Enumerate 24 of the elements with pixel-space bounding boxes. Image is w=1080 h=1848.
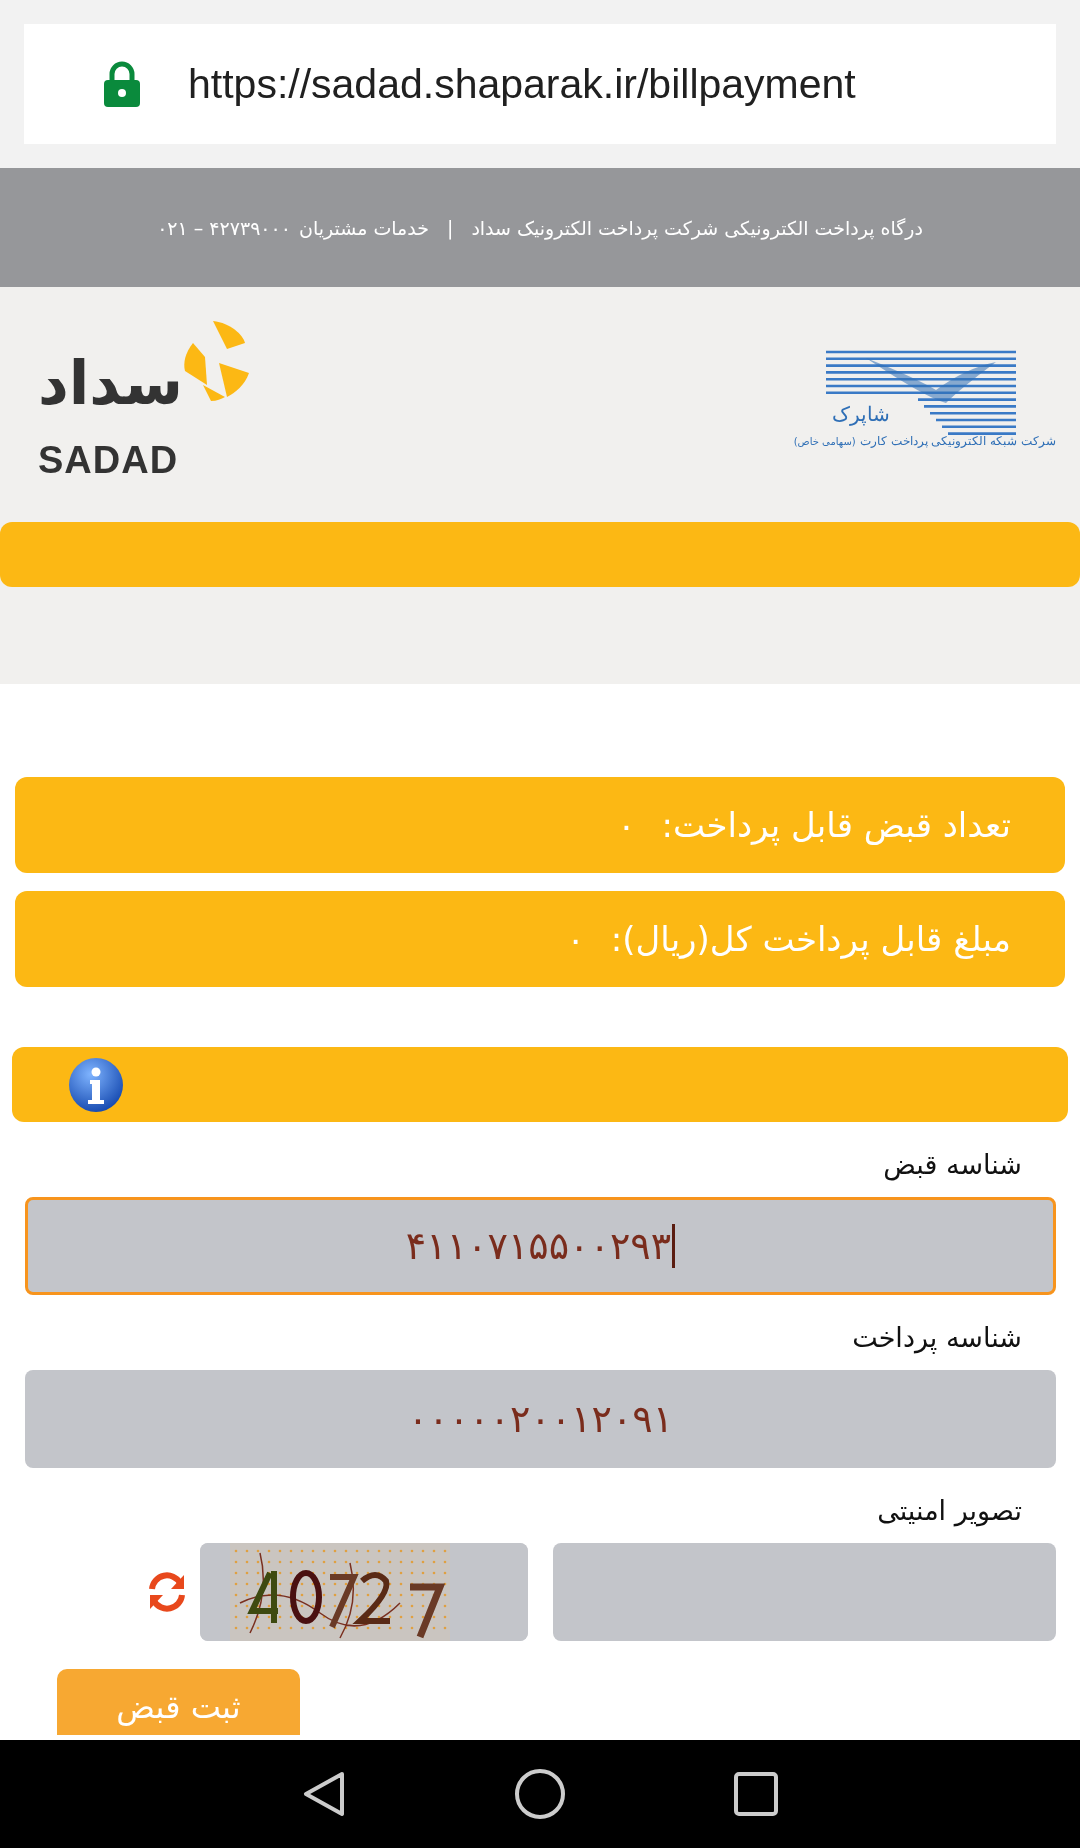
refresh-icon[interactable] (146, 1571, 188, 1613)
home-icon[interactable] (514, 1768, 566, 1820)
support-phone: ۰۲۱ – ۴۲۷۳۹۰۰۰ (157, 216, 291, 239)
back-icon[interactable] (302, 1770, 346, 1818)
field-label: شناسه قبض (883, 1149, 1022, 1180)
company-name: شرکت شبکه الکترونیکی پرداخت کارت (859, 433, 1056, 448)
summary-value: ۰ (566, 919, 585, 959)
input-field[interactable] (553, 1543, 1056, 1641)
logo-text: شاپرک (832, 401, 890, 426)
recents-icon[interactable] (734, 1772, 778, 1816)
input-field[interactable]: ۰۰۰۰۰۲۰۰۱۲۰۹۱ (25, 1370, 1056, 1468)
logo-text: SADAD (38, 440, 179, 479)
field-label: تصویر امنیتی (877, 1495, 1022, 1526)
gateway-title: درگاه پرداخت الکترونیکی شرکت پرداخت الکترونیک سداد (471, 216, 923, 239)
summary-value: ۰ (617, 805, 636, 845)
separator: | (446, 216, 454, 239)
company-note: (سهامی خاص) (793, 435, 856, 447)
summary-label: تعداد قبض قابل پرداخت: (661, 805, 1011, 845)
info-icon[interactable] (67, 1055, 125, 1114)
summary-label: مبلغ قابل پرداخت کل(ریال): (610, 919, 1011, 959)
support-label: خدمات مشتریان (298, 216, 429, 239)
field-label: شناسه پرداخت (852, 1322, 1022, 1353)
input-field[interactable]: ۴۱۱۰۷۱۵۵۰۰۲۹۳ (25, 1197, 1056, 1295)
logo-text: سداد (38, 352, 184, 413)
